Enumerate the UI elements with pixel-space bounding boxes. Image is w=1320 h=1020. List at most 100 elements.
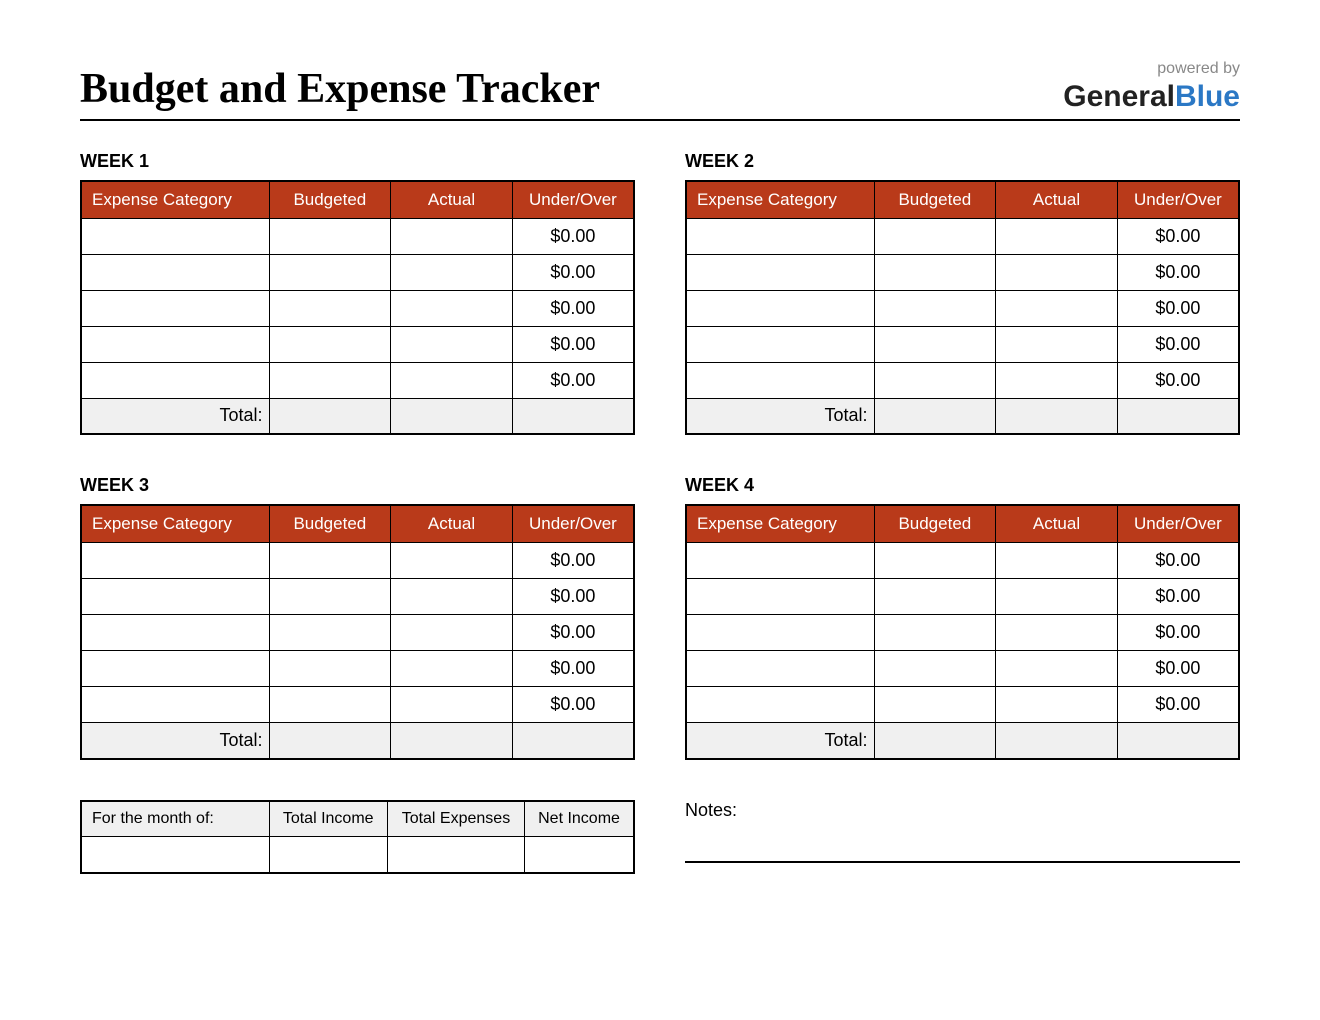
total-expenses-value[interactable] [387,837,524,873]
table-row: $0.00 [81,254,634,290]
cell-actual[interactable] [996,290,1118,326]
cell-category[interactable] [81,290,269,326]
total-row: Total: [81,723,634,759]
cell-category[interactable] [686,290,874,326]
cell-actual[interactable] [996,651,1118,687]
col-underover-header: Under/Over [1117,505,1239,543]
col-actual-header: Actual [996,181,1118,219]
cell-budgeted[interactable] [874,326,996,362]
cell-budgeted[interactable] [269,326,391,362]
cell-budgeted[interactable] [874,362,996,398]
cell-actual[interactable] [391,218,513,254]
cell-category[interactable] [81,362,269,398]
cell-underover: $0.00 [1117,254,1239,290]
cell-actual[interactable] [996,579,1118,615]
cell-actual[interactable] [391,651,513,687]
month-label: For the month of: [81,801,269,837]
cell-actual[interactable] [996,326,1118,362]
table-header-row: Expense CategoryBudgetedActualUnder/Over [81,505,634,543]
week-label: WEEK 4 [685,475,1240,496]
brand-name-2: Blue [1175,80,1240,113]
col-category-header: Expense Category [81,505,269,543]
summary-value-row [81,837,634,873]
cell-category[interactable] [81,254,269,290]
cell-underover: $0.00 [1117,687,1239,723]
cell-budgeted[interactable] [269,362,391,398]
cell-budgeted[interactable] [269,218,391,254]
col-budgeted-header: Budgeted [874,181,996,219]
cell-category[interactable] [81,687,269,723]
cell-category[interactable] [686,362,874,398]
cell-budgeted[interactable] [874,543,996,579]
cell-category[interactable] [686,543,874,579]
cell-budgeted[interactable] [269,254,391,290]
table-row: $0.00 [81,362,634,398]
month-value[interactable] [81,837,269,873]
cell-category[interactable] [686,687,874,723]
cell-category[interactable] [686,254,874,290]
table-row: $0.00 [686,254,1239,290]
cell-category[interactable] [81,579,269,615]
cell-budgeted[interactable] [269,579,391,615]
cell-budgeted[interactable] [269,651,391,687]
cell-budgeted[interactable] [874,254,996,290]
cell-actual[interactable] [996,615,1118,651]
cell-category[interactable] [686,615,874,651]
cell-actual[interactable] [391,579,513,615]
cell-actual[interactable] [391,254,513,290]
summary-header-row: For the month of: Total Income Total Exp… [81,801,634,837]
cell-category[interactable] [81,326,269,362]
cell-underover: $0.00 [512,362,634,398]
cell-category[interactable] [686,218,874,254]
cell-budgeted[interactable] [874,218,996,254]
col-underover-header: Under/Over [1117,181,1239,219]
table-row: $0.00 [81,687,634,723]
cell-underover: $0.00 [1117,218,1239,254]
cell-actual[interactable] [391,543,513,579]
cell-budgeted[interactable] [874,579,996,615]
cell-actual[interactable] [391,290,513,326]
header: Budget and Expense Tracker powered by Ge… [80,60,1240,121]
cell-actual[interactable] [391,687,513,723]
cell-budgeted[interactable] [874,615,996,651]
cell-actual[interactable] [391,326,513,362]
brand-logo: GeneralBlue [1063,80,1240,113]
col-budgeted-header: Budgeted [874,505,996,543]
table-row: $0.00 [81,290,634,326]
cell-budgeted[interactable] [269,543,391,579]
total-income-value[interactable] [269,837,387,873]
cell-actual[interactable] [996,218,1118,254]
cell-actual[interactable] [996,362,1118,398]
table-row: $0.00 [686,290,1239,326]
expense-table: Expense CategoryBudgetedActualUnder/Over… [80,180,635,436]
table-row: $0.00 [81,543,634,579]
cell-actual[interactable] [996,687,1118,723]
week-block: WEEK 1Expense CategoryBudgetedActualUnde… [80,151,635,436]
net-income-value[interactable] [525,837,634,873]
cell-budgeted[interactable] [269,290,391,326]
cell-category[interactable] [81,543,269,579]
cell-actual[interactable] [391,615,513,651]
cell-underover: $0.00 [1117,615,1239,651]
cell-actual[interactable] [996,254,1118,290]
cell-category[interactable] [81,615,269,651]
cell-underover: $0.00 [1117,326,1239,362]
cell-category[interactable] [81,651,269,687]
table-row: $0.00 [81,651,634,687]
cell-budgeted[interactable] [874,290,996,326]
total-income-label: Total Income [269,801,387,837]
cell-budgeted[interactable] [874,651,996,687]
cell-budgeted[interactable] [269,615,391,651]
cell-category[interactable] [686,651,874,687]
total-actual [996,398,1118,434]
cell-actual[interactable] [996,543,1118,579]
cell-category[interactable] [686,579,874,615]
cell-budgeted[interactable] [269,687,391,723]
cell-actual[interactable] [391,362,513,398]
total-actual [391,398,513,434]
cell-budgeted[interactable] [874,687,996,723]
col-category-header: Expense Category [686,505,874,543]
cell-category[interactable] [686,326,874,362]
notes-line[interactable] [685,839,1240,863]
cell-category[interactable] [81,218,269,254]
